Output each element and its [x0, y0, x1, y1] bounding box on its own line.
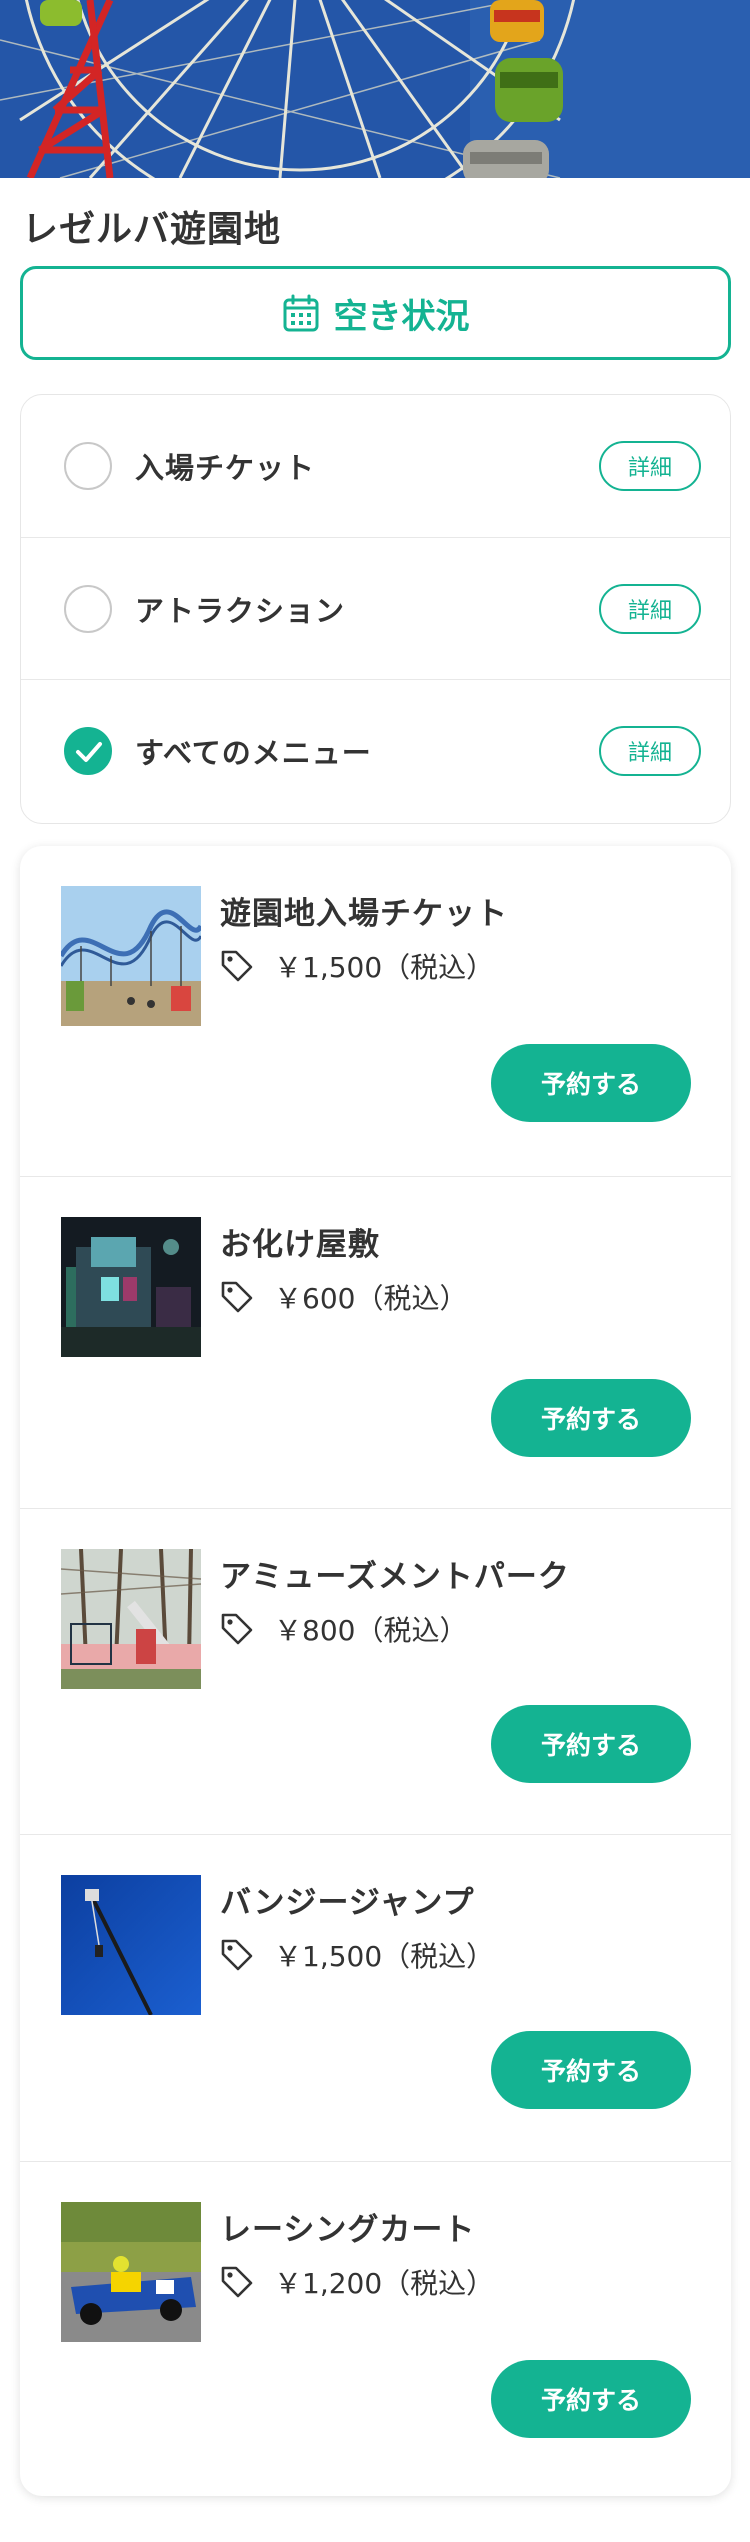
- list-item: 遊園地入場チケット ￥1,500（税込） 予約する: [20, 846, 731, 1176]
- item-name: 遊園地入場チケット: [220, 896, 508, 932]
- price-row: ￥600（税込）: [220, 1277, 467, 1317]
- list-item: お化け屋敷 ￥600（税込） 予約する: [20, 1176, 731, 1508]
- hero-image: [0, 0, 750, 178]
- item-name: レーシングカート: [220, 2212, 476, 2248]
- item-price: ￥1,500（税込）: [274, 951, 495, 984]
- item-price: ￥1,500（税込）: [274, 1940, 495, 1973]
- item-price: ￥800（税込）: [274, 1614, 468, 1647]
- book-button[interactable]: 予約する: [491, 2031, 691, 2109]
- filter-row-all-menus[interactable]: すべてのメニュー 詳細: [21, 679, 730, 821]
- book-button[interactable]: 予約する: [491, 1705, 691, 1783]
- availability-label: 空き状況: [333, 296, 470, 337]
- detail-button[interactable]: 詳細: [599, 583, 701, 634]
- check-icon: [76, 741, 102, 762]
- item-price: ￥1,200（税込）: [274, 2267, 495, 2300]
- detail-button[interactable]: 詳細: [599, 441, 701, 491]
- price-row: ￥1,500（税込）: [220, 1935, 494, 1975]
- list-item: バンジージャンプ ￥1,500（税込） 予約する: [20, 1834, 731, 2161]
- menu-list: 遊園地入場チケット ￥1,500（税込） 予約する お化け屋敷 ￥600（税込）…: [20, 846, 731, 2496]
- item-name: お化け屋敷: [220, 1227, 380, 1263]
- detail-button[interactable]: 詳細: [599, 725, 701, 776]
- price-row: ￥1,200（税込）: [220, 2262, 494, 2302]
- price-tag-icon: [221, 2266, 253, 2298]
- filter-row-tickets[interactable]: 入場チケット 詳細: [21, 395, 730, 537]
- availability-button[interactable]: 空き状況: [20, 266, 731, 360]
- item-thumbnail: [61, 886, 201, 1026]
- book-button[interactable]: 予約する: [491, 1044, 691, 1122]
- filter-label: すべてのメニュー: [135, 735, 372, 770]
- price-tag-icon: [221, 1939, 253, 1971]
- price-tag-icon: [221, 1613, 253, 1645]
- item-thumbnail: [61, 1217, 201, 1357]
- category-filter: 入場チケット 詳細 アトラクション 詳細 すべてのメニュー 詳細: [20, 394, 731, 824]
- item-thumbnail: [61, 2202, 201, 2342]
- page-title: レゼルバ遊園地: [22, 209, 282, 250]
- item-thumbnail: [61, 1875, 201, 2015]
- price-row: ￥800（税込）: [220, 1609, 467, 1649]
- calendar-icon: [283, 294, 318, 332]
- radio-button[interactable]: [64, 442, 112, 490]
- book-button[interactable]: 予約する: [491, 1379, 691, 1457]
- item-name: バンジージャンプ: [220, 1885, 475, 1921]
- price-row: ￥1,500（税込）: [220, 946, 494, 986]
- item-price: ￥600（税込）: [274, 1282, 468, 1315]
- item-name: アミューズメントパーク: [220, 1559, 570, 1595]
- radio-button-checked[interactable]: [64, 726, 112, 775]
- list-item: レーシングカート ￥1,200（税込） 予約する: [20, 2161, 731, 2496]
- filter-label: アトラクション: [135, 593, 346, 628]
- item-thumbnail: [61, 1549, 201, 1689]
- book-button[interactable]: 予約する: [491, 2360, 691, 2438]
- filter-label: 入場チケット: [135, 451, 316, 485]
- price-tag-icon: [221, 950, 253, 982]
- price-tag-icon: [221, 1281, 253, 1313]
- radio-button[interactable]: [64, 584, 112, 633]
- filter-row-attractions[interactable]: アトラクション 詳細: [21, 537, 730, 679]
- list-item: アミューズメントパーク ￥800（税込） 予約する: [20, 1508, 731, 1834]
